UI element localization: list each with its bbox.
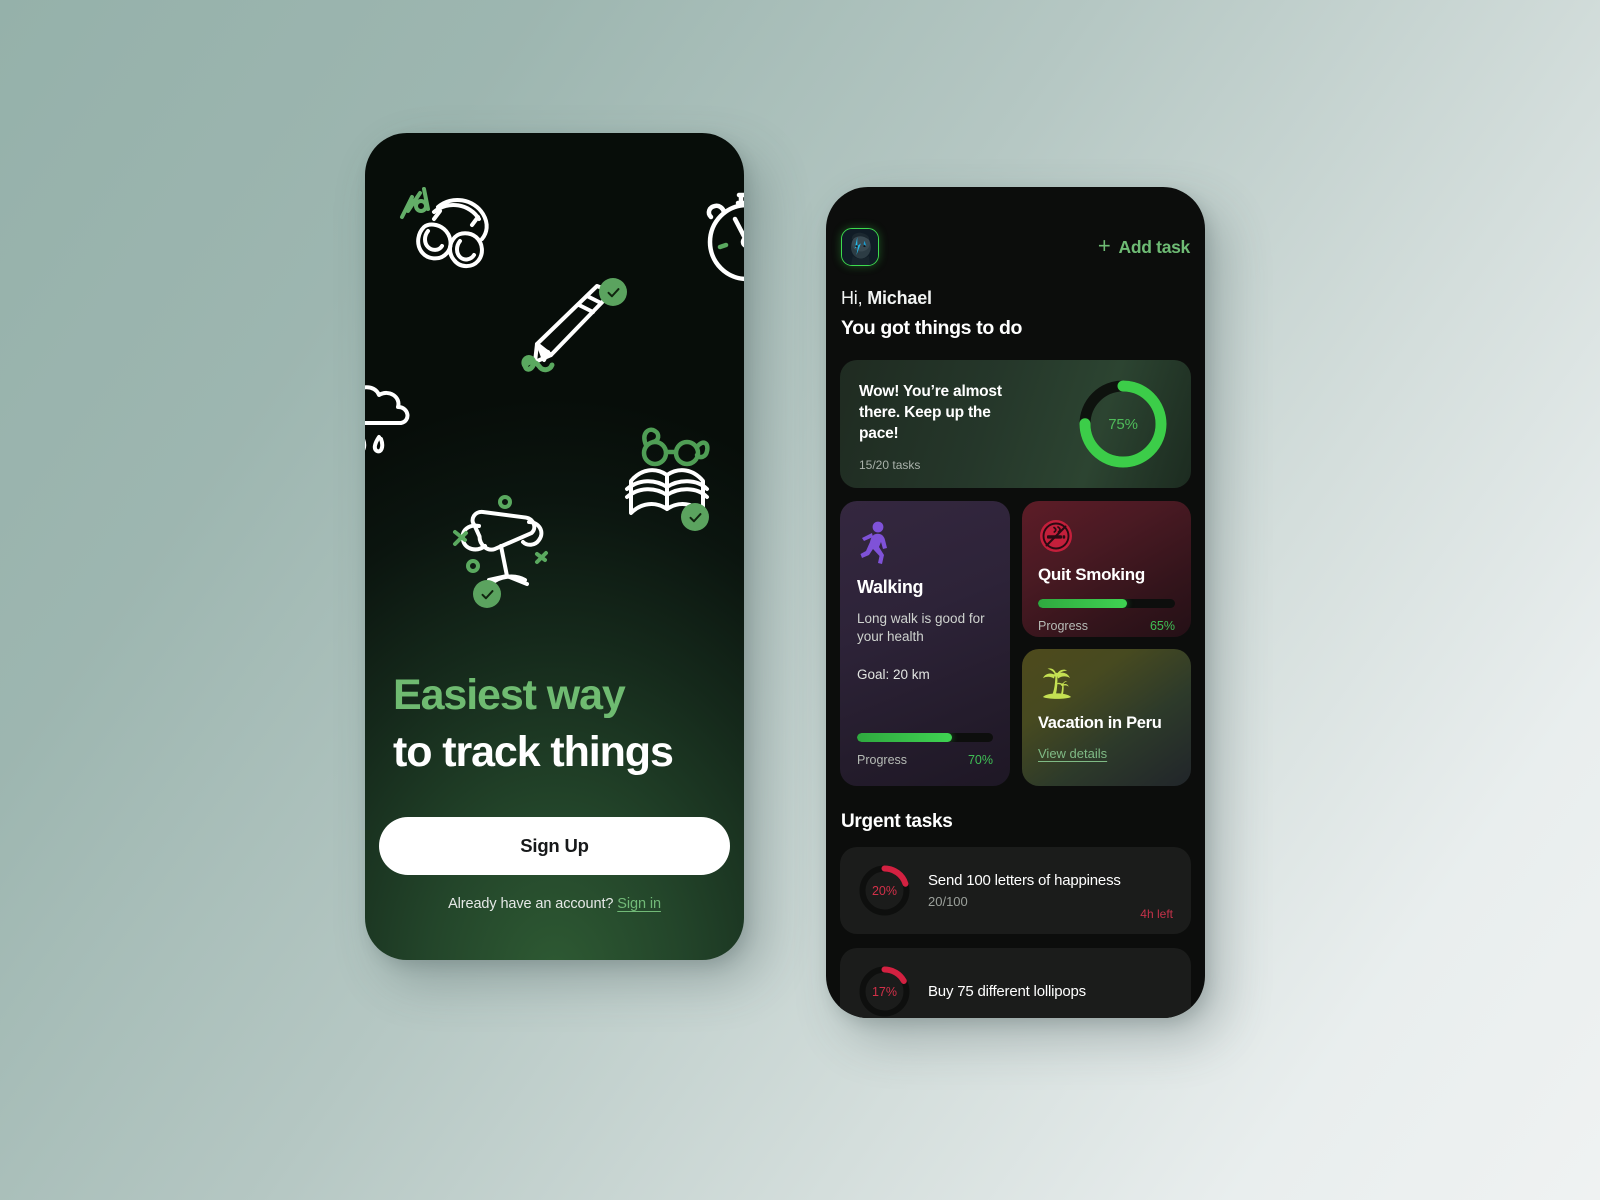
task-progress-ring: 20%: [857, 863, 912, 918]
greeting-subtitle: You got things to do: [841, 317, 1023, 339]
overall-progress-card[interactable]: Wow! You’re almost there. Keep up the pa…: [840, 360, 1191, 488]
progress-ring: 75%: [1075, 376, 1171, 472]
walking-progress-label: Progress: [857, 753, 908, 767]
add-task-label: Add task: [1118, 236, 1190, 257]
walking-description: Long walk is good for your health: [857, 611, 985, 644]
greeting-name: Michael: [867, 288, 932, 308]
no-smoking-icon: [1038, 518, 1175, 554]
urgent-tasks-heading: Urgent tasks: [841, 811, 953, 832]
task-row[interactable]: 17% Buy 75 different lollipops: [840, 948, 1191, 1018]
vacation-title: Vacation in Peru: [1038, 714, 1162, 732]
smoking-progress-label: Progress: [1038, 619, 1089, 633]
task-title: Send 100 letters of happiness: [928, 872, 1121, 889]
quit-smoking-title: Quit Smoking: [1038, 565, 1145, 584]
walking-progress-fill: [857, 733, 953, 742]
walking-progress-bar: [857, 733, 993, 742]
walking-progress: Progress 70%: [857, 733, 993, 767]
headphones-doodle: [394, 181, 504, 279]
task-row[interactable]: 20% Send 100 letters of happiness 20/100…: [840, 847, 1191, 934]
trophy-doodle: [445, 488, 555, 608]
task-percent-label: 20%: [871, 883, 898, 898]
sign-in-link[interactable]: Sign in: [617, 896, 661, 912]
walking-title: Walking: [857, 577, 924, 597]
palm-tree-icon: [1038, 666, 1175, 704]
page-title: Easiest way to track things: [379, 667, 730, 781]
walking-card[interactable]: Walking Long walk is good for your healt…: [840, 501, 1010, 786]
walking-goal: Goal: 20 km: [857, 666, 930, 682]
progress-message: Wow! You’re almost there. Keep up the pa…: [859, 383, 1002, 443]
headline-green: Easiest way: [393, 670, 626, 719]
trophy-check-icon: [473, 580, 501, 608]
task-subtitle: 20/100: [928, 894, 968, 909]
smoking-progress: Progress 65%: [1038, 599, 1175, 633]
task-time-left: 4h left: [1140, 907, 1173, 921]
avatar-portrait-icon: [842, 229, 878, 265]
walking-person-icon: [857, 521, 993, 565]
pencil-check-icon: [599, 278, 627, 306]
task-progress-ring: 17%: [857, 964, 912, 1018]
pencil-doodle: [517, 278, 635, 378]
smoking-progress-bar: [1038, 599, 1175, 608]
add-task-button[interactable]: + Add task: [1097, 233, 1190, 258]
progress-percent-label: 75%: [1108, 415, 1138, 433]
smoking-progress-fill: [1038, 599, 1128, 608]
habit-cards-grid: Walking Long walk is good for your healt…: [840, 501, 1191, 786]
avatar[interactable]: [841, 228, 879, 266]
book-check-icon: [681, 503, 709, 531]
greeting-block: Hi, Michael You got things to do: [840, 266, 1191, 340]
sign-in-row: Already have an account? Sign in: [379, 896, 730, 912]
stopwatch-doodle: [695, 185, 744, 287]
headline-white: to track things: [393, 727, 674, 776]
greeting-prefix: Hi,: [841, 288, 868, 308]
vacation-card[interactable]: Vacation in Peru View details: [1022, 649, 1191, 786]
task-percent-label: 17%: [871, 984, 898, 999]
dashboard-header: + Add task: [840, 187, 1191, 266]
sign-up-button[interactable]: Sign Up: [379, 817, 730, 875]
book-glasses-doodle: [615, 421, 725, 531]
greeting-line: Hi, Michael: [841, 288, 1190, 309]
smoking-progress-value: 65%: [1149, 619, 1175, 633]
account-prompt: Already have an account?: [448, 896, 614, 912]
rain-cloud-doodle: [365, 375, 445, 471]
onboarding-hero: Easiest way to track things Sign Up Alre…: [365, 667, 744, 960]
plus-icon: +: [1097, 233, 1111, 258]
onboarding-phone: Easiest way to track things Sign Up Alre…: [365, 133, 744, 960]
dashboard-phone: + Add task Hi, Michael You got things to…: [826, 187, 1205, 1018]
task-title: Buy 75 different lollipops: [928, 983, 1086, 1000]
walking-progress-value: 70%: [967, 753, 993, 767]
view-details-link[interactable]: View details: [1038, 746, 1107, 761]
quit-smoking-card[interactable]: Quit Smoking Progress 65%: [1022, 501, 1191, 637]
